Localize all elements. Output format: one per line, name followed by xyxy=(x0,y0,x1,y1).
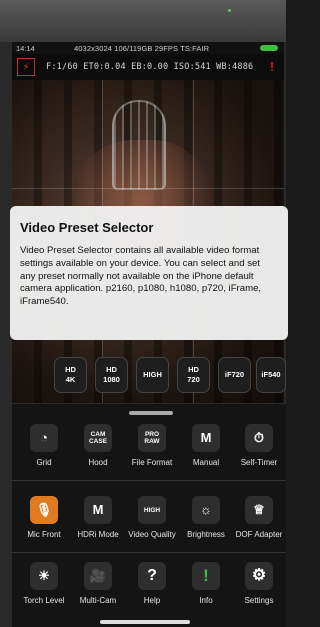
battery-icon xyxy=(260,45,278,51)
video-quality-icon: HIGH xyxy=(138,496,166,524)
camera-indicator-dot xyxy=(228,9,231,12)
tool-hdri-mode[interactable]: M HDRi Mode xyxy=(71,496,125,554)
preset-button-hd720[interactable]: HD 720 xyxy=(177,357,210,393)
help-icon: ? xyxy=(138,562,166,590)
timer-icon: ⏱ xyxy=(245,424,273,452)
alert-icon[interactable]: ! xyxy=(264,58,280,76)
tool-brightness[interactable]: ☼ Brightness xyxy=(179,496,233,554)
tool-mic-front[interactable]: 🎙 Mic Front xyxy=(17,496,71,554)
exposure-bar: ⚡ F:1/60 ET0:0.04 EB:0.00 ISO:541 WB:488… xyxy=(12,54,284,80)
tool-grid[interactable]: ◔ Grid xyxy=(17,424,71,482)
torch-icon: ☀ xyxy=(30,562,58,590)
sheet-drag-handle[interactable] xyxy=(129,411,173,415)
phone-frame: 14:14 4032x3024 106/119GB 29FPS TS:FAIR … xyxy=(0,0,288,627)
brightness-icon: ☼ xyxy=(192,496,220,524)
info-icon: ! xyxy=(192,562,220,590)
tool-help[interactable]: ? Help xyxy=(125,562,179,620)
hdri-icon: M xyxy=(84,496,112,524)
info-card-body: Video Preset Selector contains all avail… xyxy=(20,245,262,308)
dof-adapter-icon: ♕ xyxy=(245,496,273,524)
cam-case-icon: CAM CASE xyxy=(84,424,112,452)
pro-raw-icon: PRO RAW xyxy=(138,424,166,452)
flash-icon[interactable]: ⚡ xyxy=(17,58,35,76)
preset-button-hd4k[interactable]: HD 4K xyxy=(54,357,87,393)
grid-line xyxy=(12,188,284,189)
tool-torch-level[interactable]: ☀ Torch Level xyxy=(17,562,71,620)
info-card: Video Preset Selector Video Preset Selec… xyxy=(10,206,288,340)
microphone-icon: 🎙 xyxy=(30,496,58,524)
preset-button-hd1080[interactable]: HD 1080 xyxy=(95,357,128,393)
device-bezel xyxy=(0,0,286,42)
preset-button-if540[interactable]: iF540 xyxy=(256,357,286,393)
tool-self-timer[interactable]: ⏱ Self-Timer xyxy=(232,424,286,482)
preset-button-if720[interactable]: iF720 xyxy=(218,357,251,393)
subject-cage xyxy=(112,100,166,190)
status-time: 14:14 xyxy=(16,44,35,53)
status-bar: 14:14 4032x3024 106/119GB 29FPS TS:FAIR xyxy=(12,42,284,54)
tools-sheet: ◔ Grid CAM CASE Hood PRO RAW File Format M… xyxy=(12,404,286,627)
video-preset-row: HD 4K HD 1080 HIGH HD 720 iF720 iF540 xyxy=(54,357,286,397)
tool-dof-adapter[interactable]: ♕ DOF Adapter xyxy=(232,496,286,554)
tool-settings[interactable]: ⚙ Settings xyxy=(232,562,286,620)
info-card-title: Video Preset Selector xyxy=(20,220,154,235)
tool-file-format[interactable]: PRO RAW File Format xyxy=(125,424,179,482)
capture-info: 4032x3024 106/119GB 29FPS TS:FAIR xyxy=(74,44,210,53)
tool-multi-cam[interactable]: 🎥 Multi-Cam xyxy=(71,562,125,620)
exposure-values[interactable]: F:1/60 ET0:0.04 EB:0.00 ISO:541 WB:4886 xyxy=(46,62,253,72)
preset-button-high[interactable]: HIGH xyxy=(136,357,169,393)
tool-hood[interactable]: CAM CASE Hood xyxy=(71,424,125,482)
tool-video-quality[interactable]: HIGH Video Quality xyxy=(125,496,179,554)
gear-icon: ⚙ xyxy=(245,562,273,590)
tool-manual[interactable]: M Manual xyxy=(179,424,233,482)
home-indicator[interactable] xyxy=(100,620,190,624)
divider xyxy=(12,480,286,481)
manual-icon: M xyxy=(192,424,220,452)
multi-cam-icon: 🎥 xyxy=(84,562,112,590)
tool-info[interactable]: ! Info xyxy=(179,562,233,620)
grid-icon: ◔ xyxy=(30,424,58,452)
divider xyxy=(12,552,286,553)
